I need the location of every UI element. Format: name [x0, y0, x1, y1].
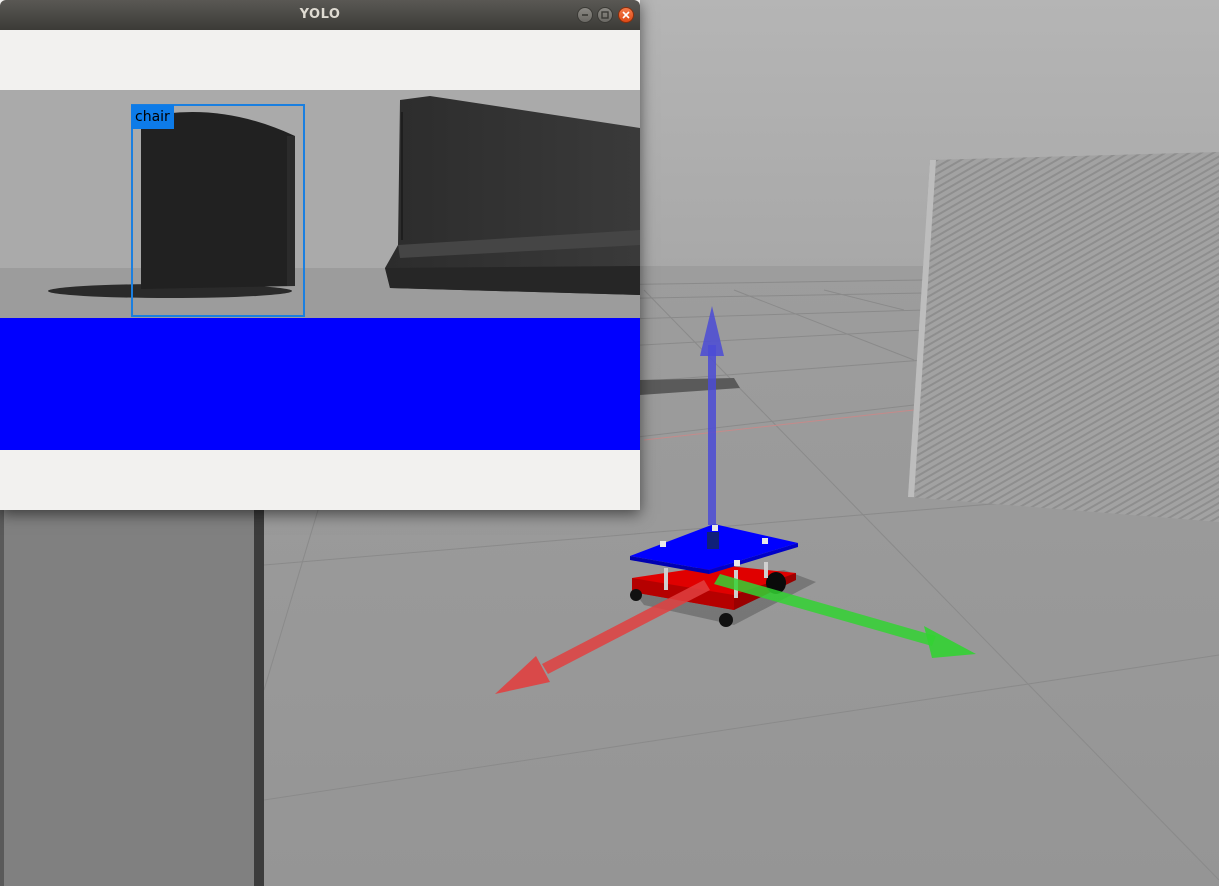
maximize-button[interactable]	[597, 7, 613, 23]
detection-bounding-box	[131, 104, 305, 317]
close-icon	[622, 11, 630, 19]
camera-image	[0, 90, 640, 450]
barrier-object	[385, 96, 640, 295]
gazebo-left-panel	[0, 510, 254, 886]
wall-model[interactable]	[908, 152, 1219, 522]
detection-label: chair	[131, 105, 174, 129]
window-title: YOLO	[299, 7, 341, 22]
panel-splitter[interactable]	[254, 510, 264, 886]
maximize-icon	[601, 11, 609, 19]
yolo-window[interactable]: YOLO chair	[0, 0, 640, 510]
close-button[interactable]	[618, 7, 634, 23]
yolo-camera-frame: chair	[0, 90, 640, 450]
minimize-button[interactable]	[577, 7, 593, 23]
frame-bottom-band	[0, 318, 640, 450]
window-titlebar[interactable]: YOLO	[0, 0, 640, 30]
minimize-icon	[582, 14, 588, 16]
desktop: YOLO chair	[0, 0, 1219, 886]
